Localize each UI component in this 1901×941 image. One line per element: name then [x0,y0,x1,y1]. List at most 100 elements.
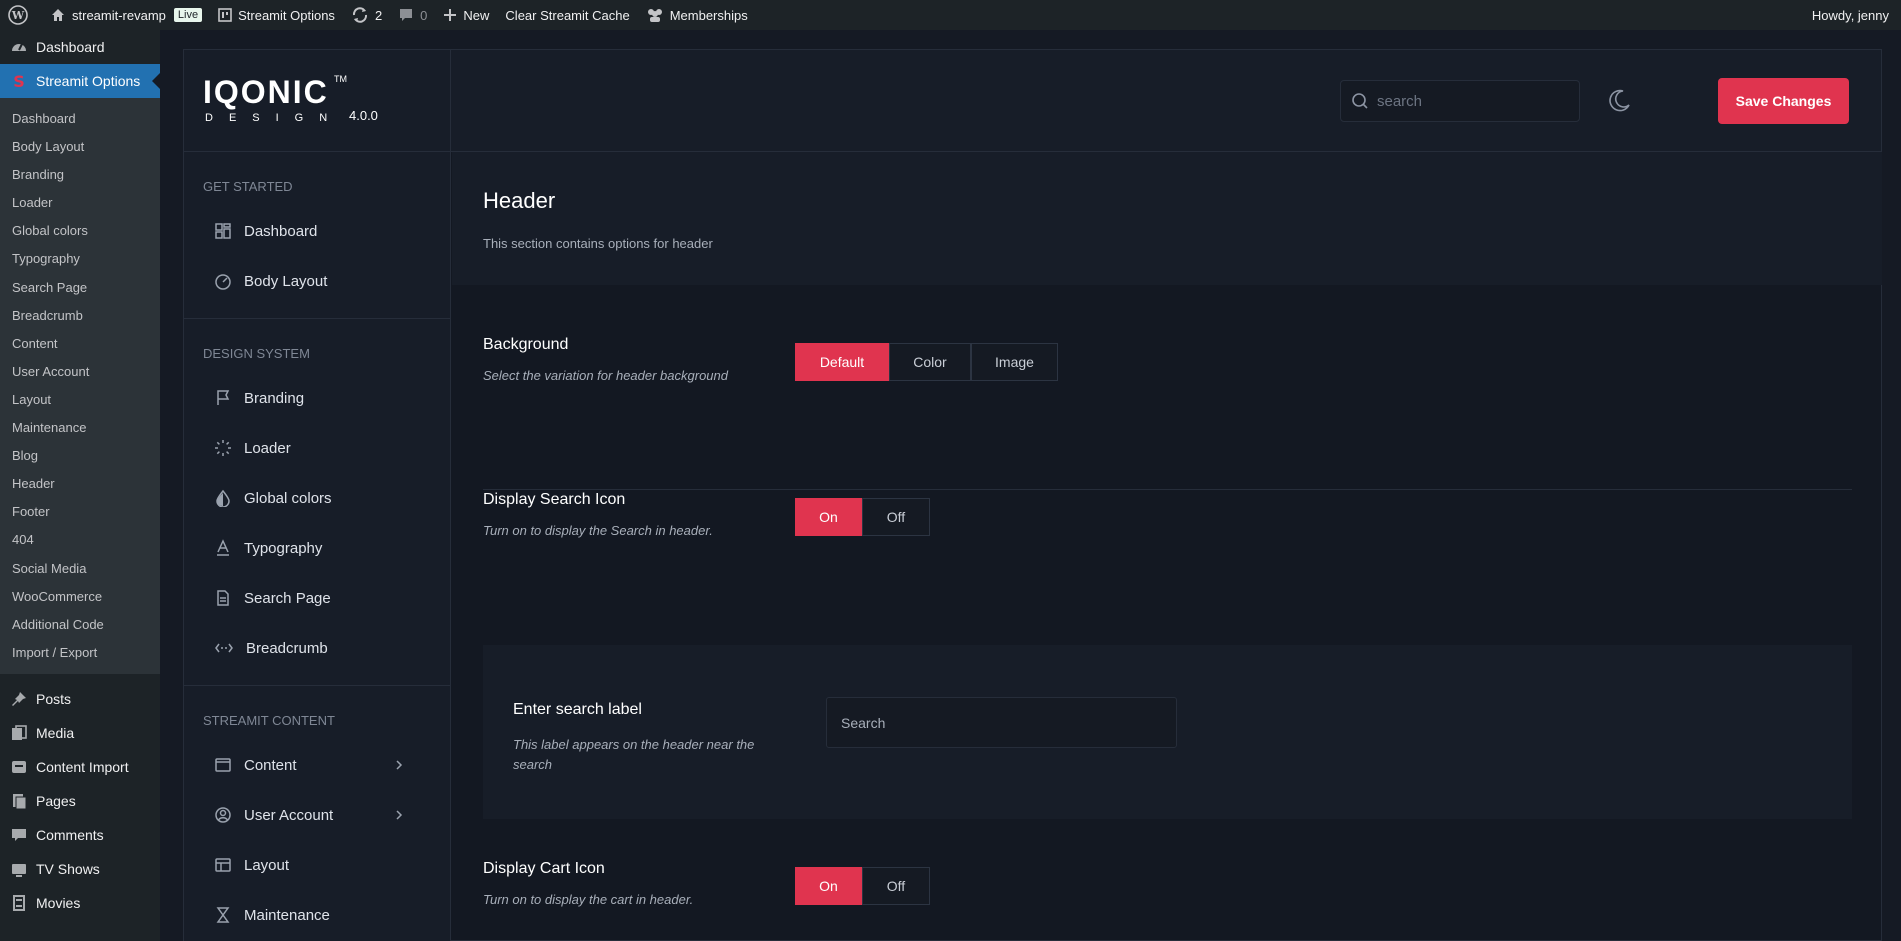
search-icon-on-button[interactable]: On [795,498,862,536]
flag-icon [217,390,230,405]
nav-item-search-page[interactable]: Search Page [184,573,450,623]
wp-menu-content-import-label: Content Import [36,758,129,775]
nav-item-body-layout[interactable]: Body Layout [184,256,450,306]
nav-item-label: User Account [244,806,334,824]
comment-icon [12,828,26,841]
nav-item-label: Typography [244,539,323,557]
submenu-item[interactable]: Dashboard [0,105,160,133]
updates-count: 2 [374,7,383,23]
streamit-icon: S [13,72,25,90]
submenu-item[interactable]: Breadcrumb [0,302,160,330]
submenu-item[interactable]: 404 [0,526,160,554]
loader-icon [215,440,231,456]
brand-logo: IQONIC TM DESIGN 4.0.0 [184,50,451,152]
submenu-item[interactable]: Global colors [0,217,160,245]
submenu-item[interactable]: Content [0,330,160,358]
hourglass-icon [216,907,230,923]
option-title: Enter search label [513,701,642,718]
submenu-item[interactable]: Search Page [0,274,160,302]
nav-item-loader[interactable]: Loader [184,423,450,473]
cart-icon-on-button[interactable]: On [795,867,862,905]
wp-menu-media[interactable]: Media [0,716,160,750]
options-search[interactable] [1340,80,1580,122]
submenu-item[interactable]: Footer [0,498,160,526]
submenu-item[interactable]: Typography [0,245,160,273]
wp-menu-dashboard[interactable]: Dashboard [0,30,160,64]
divider [483,489,1852,490]
submenu-item[interactable]: Blog [0,442,160,470]
new-content-link[interactable]: New [435,0,497,30]
nav-item-maintenance[interactable]: Maintenance [184,890,450,940]
search-icon-off-button[interactable]: Off [862,498,930,536]
submenu-item[interactable]: Layout [0,386,160,414]
svg-text:W: W [11,9,25,22]
search-input[interactable] [1377,92,1567,110]
wp-menu-lower: Posts Media Content Import Pages Comment… [0,682,160,920]
typography-icon [217,539,229,556]
submenu-item[interactable]: WooCommerce [0,583,160,611]
submenu-item[interactable]: Social Media [0,555,160,583]
clear-cache-label: Clear Streamit Cache [505,7,630,23]
nav-item-label: Loader [244,439,291,457]
search-label-input[interactable]: Search [826,697,1177,748]
nav-item-label: Dashboard [244,222,318,240]
nav-item-branding[interactable]: Branding [184,373,450,423]
wp-menu-pages[interactable]: Pages [0,784,160,818]
background-default-button[interactable]: Default [795,343,889,381]
comments-count: 0 [420,7,428,23]
background-image-button[interactable]: Image [971,343,1058,381]
logo-subtitle: DESIGN [205,112,344,124]
nav-group-get-started: GET STARTED Dashboard Body Layout [184,152,450,319]
account-menu[interactable]: Howdy, jenny [1804,0,1901,30]
clear-cache-link[interactable]: Clear Streamit Cache [497,0,637,30]
nav-item-dashboard[interactable]: Dashboard [184,206,450,256]
wp-menu-posts[interactable]: Posts [0,682,160,716]
nav-item-global-colors[interactable]: Global colors [184,473,450,523]
submenu-item[interactable]: Import / Export [0,639,160,667]
nav-item-content[interactable]: Content [184,740,450,790]
site-name-link[interactable]: streamit-revamp Live [42,0,210,30]
new-label: New [463,7,490,23]
nav-item-layout[interactable]: Layout [184,840,450,890]
submenu-item[interactable]: Loader [0,189,160,217]
submenu-item[interactable]: Additional Code [0,611,160,639]
logo-wordmark: IQONIC [203,74,329,110]
option-description: Turn on to display the cart in header. [483,892,694,907]
nav-group-design-system: DESIGN SYSTEM Branding Loader Global col… [184,319,450,686]
comment-icon [400,9,413,21]
wordpress-logo-icon[interactable]: W [0,0,42,30]
save-changes-button[interactable]: Save Changes [1718,78,1849,124]
submenu-item[interactable]: Branding [0,161,160,189]
submenu-item[interactable]: Body Layout [0,133,160,161]
background-color-button[interactable]: Color [889,343,971,381]
wp-admin-bar: W streamit-revamp Live Streamit Options … [0,0,1901,30]
wp-menu-pages-label: Pages [36,792,76,809]
wp-menu-media-label: Media [36,724,75,741]
options-content: Header This section contains options for… [452,152,1882,941]
memberships-link[interactable]: Memberships [638,0,756,30]
submenu-item[interactable]: Maintenance [0,414,160,442]
search-icon-toggle: On Off [795,498,930,536]
option-title: Display Cart Icon [483,860,605,877]
wp-menu-content-import[interactable]: Content Import [0,750,160,784]
nav-item-user-account[interactable]: User Account [184,790,450,840]
submenu-item[interactable]: User Account [0,358,160,386]
wp-menu-tv-shows[interactable]: TV Shows [0,852,160,886]
cart-icon-off-button[interactable]: Off [862,867,930,905]
plugin-options-link[interactable]: Streamit Options [210,0,343,30]
comments-link[interactable]: 0 [390,0,435,30]
nav-group-title: DESIGN SYSTEM [203,346,310,361]
wp-menu-streamit-options[interactable]: S Streamit Options [0,64,160,98]
option-description: This label appears on the header near th… [513,737,755,772]
submenu-item[interactable]: Header [0,470,160,498]
wp-menu-movies[interactable]: Movies [0,886,160,920]
nav-item-label: Content [244,756,297,774]
updates-link[interactable]: 2 [343,0,390,30]
nav-item-breadcrumb[interactable]: Breadcrumb [184,623,450,673]
speedometer-icon [12,43,26,51]
dark-mode-toggle[interactable] [1606,88,1632,119]
wp-menu-tv-shows-label: TV Shows [36,860,100,877]
nav-item-typography[interactable]: Typography [184,523,450,573]
logo-trademark: TM [334,74,347,84]
wp-menu-comments[interactable]: Comments [0,818,160,852]
